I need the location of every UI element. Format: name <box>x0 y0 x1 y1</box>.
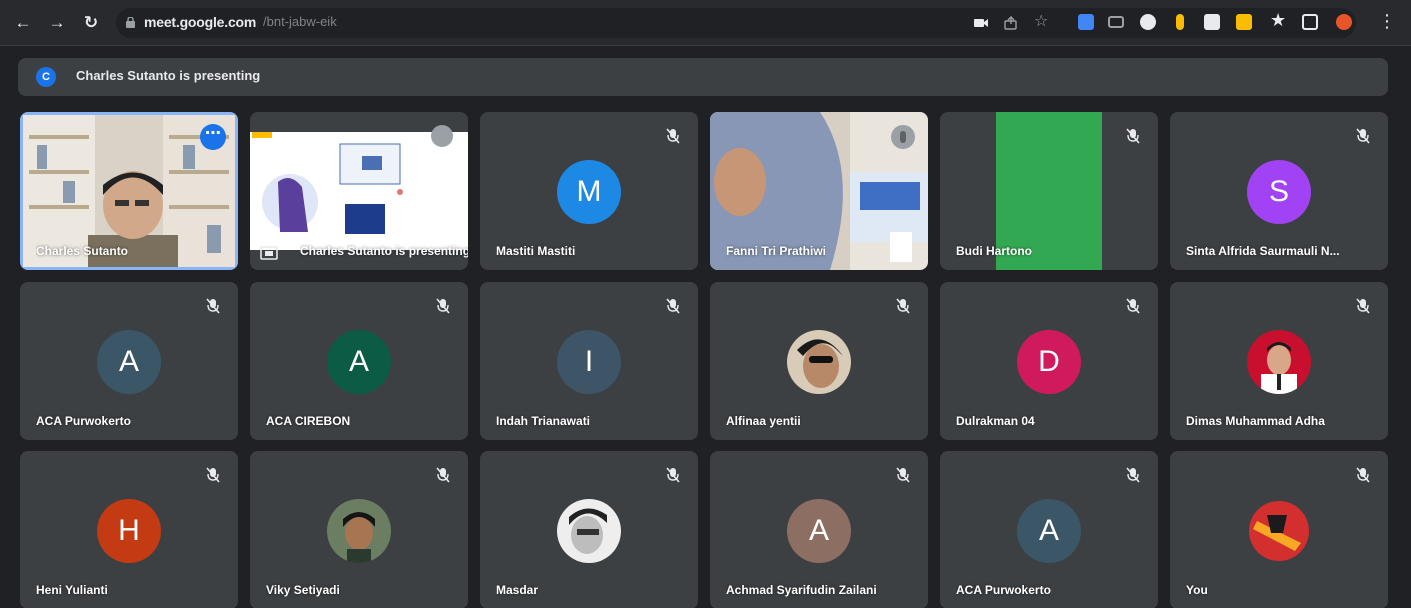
participant-tile[interactable]: I Indah Trianawati <box>480 282 698 440</box>
mic-off-icon <box>666 128 680 144</box>
more-options-button[interactable]: ⋯ <box>200 124 226 150</box>
participant-avatar: M <box>557 160 621 224</box>
participant-photo <box>557 499 621 563</box>
participant-tile[interactable]: Viky Setiyadi <box>250 451 468 608</box>
kebab-menu-icon[interactable]: ⋮ <box>1378 11 1396 32</box>
extension-circle-icon[interactable] <box>1140 14 1156 30</box>
participant-avatar: D <box>1017 330 1081 394</box>
mic-off-icon <box>1126 298 1140 314</box>
reload-icon[interactable]: ↻ <box>80 12 102 34</box>
participant-tile[interactable]: M Mastiti Mastiti <box>480 112 698 270</box>
participant-tile[interactable]: Budi Hartono <box>940 112 1158 270</box>
mic-off-icon <box>206 298 220 314</box>
participant-tile[interactable]: H Heni Yulianti <box>20 451 238 608</box>
participant-avatar: A <box>327 330 391 394</box>
participant-name: Viky Setiyadi <box>266 583 340 597</box>
presenting-text: Charles Sutanto is presenting <box>76 68 261 83</box>
participant-name: Achmad Syarifudin Zailani <box>726 583 877 597</box>
participant-tile[interactable]: Masdar <box>480 451 698 608</box>
back-icon[interactable]: ← <box>12 12 34 34</box>
participant-tile[interactable]: A Achmad Syarifudin Zailani <box>710 451 928 608</box>
presentation-tile[interactable]: Charles Sutanto is presenting <box>250 112 468 270</box>
speaking-indicator-icon <box>891 125 915 149</box>
participant-name: Masdar <box>496 583 539 597</box>
mic-off-icon <box>436 467 450 483</box>
url-host: meet.google.com <box>144 14 257 30</box>
pin-icon[interactable] <box>430 124 454 148</box>
participant-name: ACA Purwokerto <box>36 414 131 428</box>
participant-name: Indah Trianawati <box>496 414 591 428</box>
puzzle-extensions-icon[interactable]: ★ <box>1270 10 1286 31</box>
url-path: /bnt-jabw-eik <box>263 14 337 29</box>
browser-toolbar: ← → ↻ meet.google.com /bnt-jabw-eik ☆ ★ <box>0 0 1411 46</box>
participant-photo <box>787 330 851 394</box>
translate-extension-icon[interactable] <box>1078 14 1094 30</box>
participant-tile[interactable]: A ACA CIREBON <box>250 282 468 440</box>
participant-tile[interactable]: Dimas Muhammad Adha <box>1170 282 1388 440</box>
participant-avatar: H <box>97 499 161 563</box>
mic-off-icon <box>896 298 910 314</box>
camera-icon[interactable] <box>974 17 988 29</box>
participant-tile[interactable]: S Sinta Alfrida Saurmauli N... <box>1170 112 1388 270</box>
participant-name: Heni Yulianti <box>36 583 108 597</box>
participant-avatar: A <box>97 330 161 394</box>
sidepanel-icon[interactable] <box>1302 14 1318 30</box>
forward-icon[interactable]: → <box>46 12 68 34</box>
notes-extension-icon[interactable] <box>1236 14 1252 30</box>
profile-avatar-icon[interactable] <box>1336 14 1352 30</box>
participant-photo <box>1247 330 1311 394</box>
participant-name: Charles Sutanto <box>36 244 129 258</box>
participant-name: Mastiti Mastiti <box>496 244 576 258</box>
address-bar[interactable]: meet.google.com /bnt-jabw-eik ☆ <box>116 8 1356 38</box>
participant-name: ACA CIREBON <box>266 414 351 428</box>
participant-photo <box>1247 499 1311 563</box>
participant-name: Alfinaa yentii <box>726 414 801 428</box>
presenting-banner[interactable]: C Charles Sutanto is presenting <box>18 58 1388 96</box>
participant-photo <box>327 499 391 563</box>
mic-off-icon <box>1356 467 1370 483</box>
participant-name: ACA Purwokerto <box>956 583 1051 597</box>
presentation-slide <box>250 132 468 250</box>
mic-off-icon <box>1126 467 1140 483</box>
cast-icon[interactable] <box>1108 16 1124 28</box>
participant-avatar: A <box>1017 499 1081 563</box>
participant-name: Fanni Tri Prathiwi <box>726 244 827 258</box>
mic-off-icon <box>896 467 910 483</box>
participant-name: You <box>1186 583 1208 597</box>
bookmark-star-icon[interactable]: ☆ <box>1034 11 1048 31</box>
participant-tile[interactable]: A ACA Purwokerto <box>940 451 1158 608</box>
window-extension-icon[interactable] <box>1204 14 1220 30</box>
participant-tile[interactable]: ⋯ Charles Sutanto <box>20 112 238 270</box>
lock-icon <box>126 17 135 28</box>
participant-avatar: I <box>557 330 621 394</box>
presenter-avatar: C <box>36 67 56 87</box>
participant-avatar: A <box>787 499 851 563</box>
participant-name: Dulrakman 04 <box>956 414 1035 428</box>
keep-extension-icon[interactable] <box>1176 14 1184 30</box>
mic-off-icon <box>1126 128 1140 144</box>
mic-off-icon <box>206 467 220 483</box>
mic-off-icon <box>666 467 680 483</box>
participant-name: Sinta Alfrida Saurmauli N... <box>1186 244 1340 258</box>
present-screen-icon <box>260 246 278 260</box>
mic-off-icon <box>1356 128 1370 144</box>
participant-tile[interactable]: Alfinaa yentii <box>710 282 928 440</box>
participant-tile[interactable]: D Dulrakman 04 <box>940 282 1158 440</box>
presentation-name: Charles Sutanto is presenting <box>300 244 468 258</box>
participant-tile[interactable]: A ACA Purwokerto <box>20 282 238 440</box>
participant-tile[interactable]: Fanni Tri Prathiwi <box>710 112 928 270</box>
participant-name: Budi Hartono <box>956 244 1032 258</box>
share-icon[interactable] <box>1004 16 1018 30</box>
mic-off-icon <box>436 298 450 314</box>
mic-off-icon <box>666 298 680 314</box>
mic-off-icon <box>1356 298 1370 314</box>
participant-name: Dimas Muhammad Adha <box>1186 414 1325 428</box>
meet-window: ← → ↻ meet.google.com /bnt-jabw-eik ☆ ★ <box>0 0 1411 608</box>
participant-tile[interactable]: You <box>1170 451 1388 608</box>
participant-avatar: S <box>1247 160 1311 224</box>
